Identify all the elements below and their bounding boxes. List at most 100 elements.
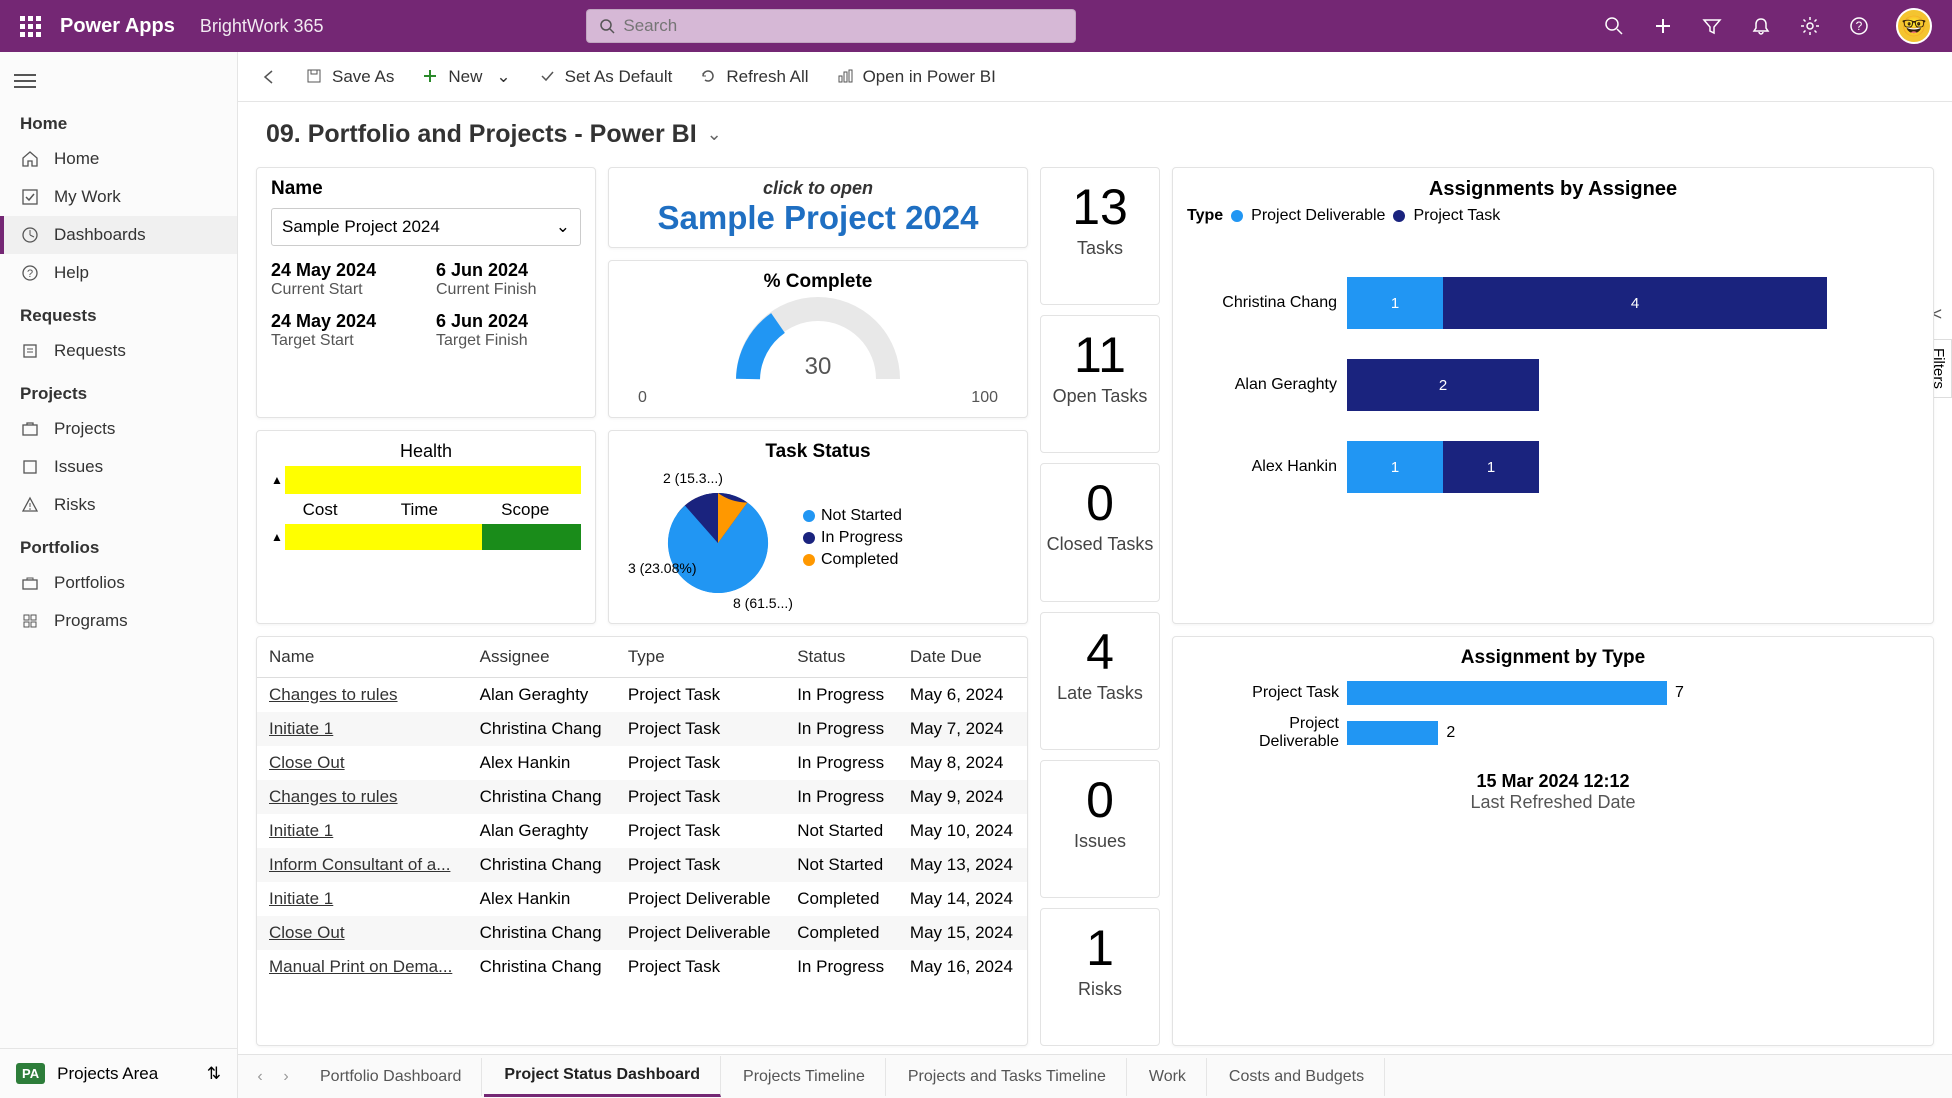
open-powerbi-button[interactable]: Open in Power BI <box>827 61 1006 93</box>
nav-help[interactable]: ?Help <box>0 254 237 292</box>
nav-section-requests: Requests <box>0 292 237 332</box>
new-button[interactable]: New⌄ <box>412 61 520 93</box>
task-name-link[interactable]: Initiate 1 <box>257 712 468 746</box>
search-icon <box>599 18 615 34</box>
tab-portfolio-dashboard[interactable]: Portfolio Dashboard <box>300 1058 482 1096</box>
svg-text:30: 30 <box>805 353 832 380</box>
tab-work[interactable]: Work <box>1129 1058 1207 1096</box>
table-row[interactable]: Close Out Alex Hankin Project Task In Pr… <box>257 746 1027 780</box>
gauge-chart[interactable]: 30 <box>728 299 908 389</box>
percent-complete-card: % Complete 30 0100 <box>608 260 1028 418</box>
indicator-icon: ▲ <box>271 473 283 487</box>
nav-section-home: Home <box>0 100 237 140</box>
table-row[interactable]: Changes to rules Alan Geraghty Project T… <box>257 678 1027 713</box>
search-box[interactable] <box>586 9 1076 43</box>
notifications-icon[interactable] <box>1749 14 1773 38</box>
type-bar-row[interactable]: Project Deliverable 2 <box>1207 715 1899 751</box>
type-bar-row[interactable]: Project Task 7 <box>1207 681 1899 705</box>
table-row[interactable]: Initiate 1 Alex Hankin Project Deliverab… <box>257 882 1027 916</box>
table-row[interactable]: Initiate 1 Alan Geraghty Project Task No… <box>257 814 1027 848</box>
kpi-risks[interactable]: 1Risks <box>1040 908 1160 1046</box>
table-row[interactable]: Manual Print on Dema... Christina Chang … <box>257 950 1027 984</box>
kpi-closed-tasks[interactable]: 0Closed Tasks <box>1040 463 1160 601</box>
back-button[interactable] <box>250 62 288 92</box>
app-name: Power Apps <box>60 15 175 38</box>
header-icons: ? 🤓 <box>1602 8 1932 44</box>
nav-programs[interactable]: Programs <box>0 602 237 640</box>
kpi-open-tasks[interactable]: 11Open Tasks <box>1040 315 1160 453</box>
assignment-by-type-card: Assignment by Type Project Task 7Project… <box>1172 636 1934 1046</box>
portfolio-icon <box>20 573 40 593</box>
page-title-row: 09. Portfolio and Projects - Power BI ⌄ <box>238 102 1952 159</box>
task-name-link[interactable]: Changes to rules <box>257 678 468 713</box>
tab-costs-budgets[interactable]: Costs and Budgets <box>1209 1058 1385 1096</box>
task-name-link[interactable]: Manual Print on Dema... <box>257 950 468 984</box>
search-icon[interactable] <box>1602 14 1626 38</box>
refresh-all-button[interactable]: Refresh All <box>690 61 818 93</box>
area-label: Projects Area <box>57 1064 158 1084</box>
nav-dashboards[interactable]: Dashboards <box>0 216 237 254</box>
tabs-prev-icon[interactable]: ‹ <box>248 1068 272 1086</box>
app-launcher-icon[interactable] <box>10 6 50 46</box>
area-switcher[interactable]: PA Projects Area ⇅ <box>0 1048 237 1098</box>
area-badge: PA <box>16 1063 45 1084</box>
tasks-table[interactable]: Name Assignee Type Status Date Due Chang… <box>257 637 1027 984</box>
table-row[interactable]: Changes to rules Christina Chang Project… <box>257 780 1027 814</box>
task-name-link[interactable]: Initiate 1 <box>257 814 468 848</box>
tab-projects-tasks-timeline[interactable]: Projects and Tasks Timeline <box>888 1058 1127 1096</box>
project-dropdown[interactable]: Sample Project 2024 ⌄ <box>271 208 581 246</box>
assign-bar-row[interactable]: Alan Geraghty2 <box>1207 359 1899 411</box>
task-name-link[interactable]: Close Out <box>257 916 468 950</box>
task-name-link[interactable]: Initiate 1 <box>257 882 468 916</box>
nav-home[interactable]: Home <box>0 140 237 178</box>
task-name-link[interactable]: Inform Consultant of a... <box>257 848 468 882</box>
chevron-down-icon[interactable]: ⌄ <box>707 124 722 145</box>
nav-section-portfolios: Portfolios <box>0 524 237 564</box>
check-icon <box>20 187 40 207</box>
nav-mywork[interactable]: My Work <box>0 178 237 216</box>
svg-text:?: ? <box>1856 19 1863 33</box>
task-name-link[interactable]: Close Out <box>257 746 468 780</box>
assign-bar-row[interactable]: Alex Hankin11 <box>1207 441 1899 493</box>
settings-icon[interactable] <box>1798 14 1822 38</box>
tabs-next-icon[interactable]: › <box>274 1068 298 1086</box>
search-input[interactable] <box>623 16 1063 36</box>
project-title-card[interactable]: click to open Sample Project 2024 <box>608 167 1028 248</box>
kpi-column: 13Tasks 11Open Tasks 0Closed Tasks 4Late… <box>1040 167 1160 1046</box>
task-status-card: Task Status <box>608 430 1028 624</box>
set-default-button[interactable]: Set As Default <box>529 61 683 93</box>
nav-portfolios[interactable]: Portfolios <box>0 564 237 602</box>
nav-risks[interactable]: Risks <box>0 486 237 524</box>
tasks-table-card: Name Assignee Type Status Date Due Chang… <box>256 636 1028 1046</box>
programs-icon <box>20 611 40 631</box>
nav-projects[interactable]: Projects <box>0 410 237 448</box>
assignments-by-assignee-card: Assignments by Assignee Type Project Del… <box>1172 167 1934 624</box>
tab-projects-timeline[interactable]: Projects Timeline <box>723 1058 886 1096</box>
user-avatar[interactable]: 🤓 <box>1896 8 1932 44</box>
nav-issues[interactable]: Issues <box>0 448 237 486</box>
hamburger-icon[interactable] <box>0 62 237 100</box>
kpi-tasks[interactable]: 13Tasks <box>1040 167 1160 305</box>
nav-requests[interactable]: Requests <box>0 332 237 370</box>
assign-bar-chart[interactable]: Christina Chang14 Alan Geraghty2 Alex Hank… <box>1187 237 1919 533</box>
assign-bar-row[interactable]: Christina Chang14 <box>1207 277 1899 329</box>
name-label: Name <box>271 178 581 200</box>
table-row[interactable]: Close Out Christina Chang Project Delive… <box>257 916 1027 950</box>
updown-icon: ⇅ <box>207 1064 221 1084</box>
projects-icon <box>20 419 40 439</box>
kpi-issues[interactable]: 0Issues <box>1040 760 1160 898</box>
save-as-button[interactable]: Save As <box>296 61 404 93</box>
tab-project-status[interactable]: Project Status Dashboard <box>484 1056 721 1097</box>
question-icon: ? <box>20 263 40 283</box>
environment-name[interactable]: BrightWork 365 <box>200 16 324 37</box>
type-bar-chart[interactable]: Project Task 7 Project Deliverable 2 <box>1187 681 1919 751</box>
pie-chart[interactable]: 2 (15.3...) 3 (23.08%) 8 (61.5...) <box>623 463 803 613</box>
filter-icon[interactable] <box>1700 14 1724 38</box>
table-row[interactable]: Initiate 1 Christina Chang Project Task … <box>257 712 1027 746</box>
help-icon[interactable]: ? <box>1847 14 1871 38</box>
kpi-late-tasks[interactable]: 4Late Tasks <box>1040 612 1160 750</box>
table-row[interactable]: Inform Consultant of a... Christina Chan… <box>257 848 1027 882</box>
svg-text:?: ? <box>27 268 33 280</box>
add-icon[interactable] <box>1651 14 1675 38</box>
task-name-link[interactable]: Changes to rules <box>257 780 468 814</box>
